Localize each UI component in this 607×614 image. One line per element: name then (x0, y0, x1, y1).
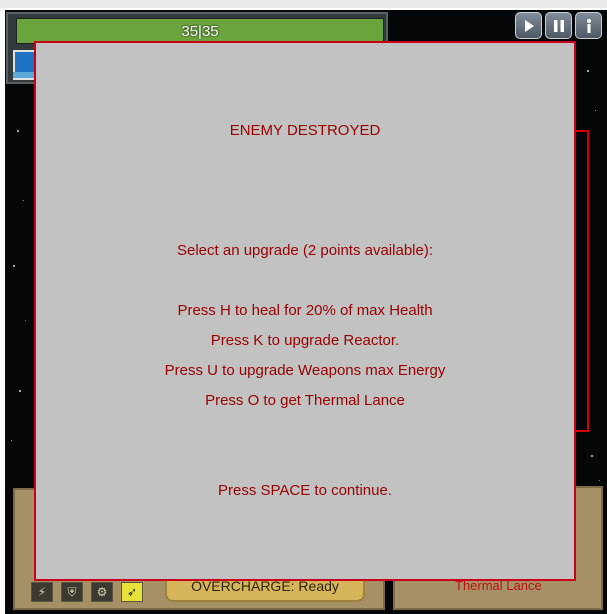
star (11, 440, 12, 441)
play-icon (524, 19, 534, 32)
star (591, 455, 593, 457)
star (599, 480, 600, 481)
star (13, 265, 15, 267)
upgrade-modal: ENEMY DESTROYED Select an upgrade (2 poi… (34, 41, 576, 581)
drone-icon[interactable]: ⚙ (91, 582, 113, 602)
shield-icon[interactable]: ⛨ (61, 582, 83, 602)
health-text: 35|35 (181, 23, 219, 40)
star (25, 320, 26, 321)
lightning-icon[interactable]: ⚡ (31, 582, 53, 602)
continue-prompt[interactable]: Press SPACE to continue. (36, 482, 574, 499)
upgrade-prompt: Select an upgrade (2 points available): (177, 242, 433, 259)
missile-icon[interactable]: ➶ (121, 582, 143, 602)
star (587, 70, 589, 72)
star (23, 200, 24, 201)
info-icon (586, 18, 591, 33)
pause-button[interactable] (545, 12, 572, 39)
upgrade-option-weapons[interactable]: Press U to upgrade Weapons max Energy (36, 362, 574, 379)
play-button[interactable] (515, 12, 542, 39)
browser-top-strip (0, 0, 607, 8)
upgrade-option-heal[interactable]: Press H to heal for 20% of max Health (36, 302, 574, 319)
modal-title: ENEMY DESTROYED (229, 122, 381, 139)
upgrade-option-thermal-lance[interactable]: Press O to get Thermal Lance (36, 392, 574, 409)
star (19, 390, 21, 392)
upgrade-option-reactor[interactable]: Press K to upgrade Reactor. (36, 332, 574, 349)
info-button[interactable] (575, 12, 602, 39)
pause-icon (553, 19, 564, 32)
star (595, 110, 596, 111)
star (17, 130, 19, 132)
